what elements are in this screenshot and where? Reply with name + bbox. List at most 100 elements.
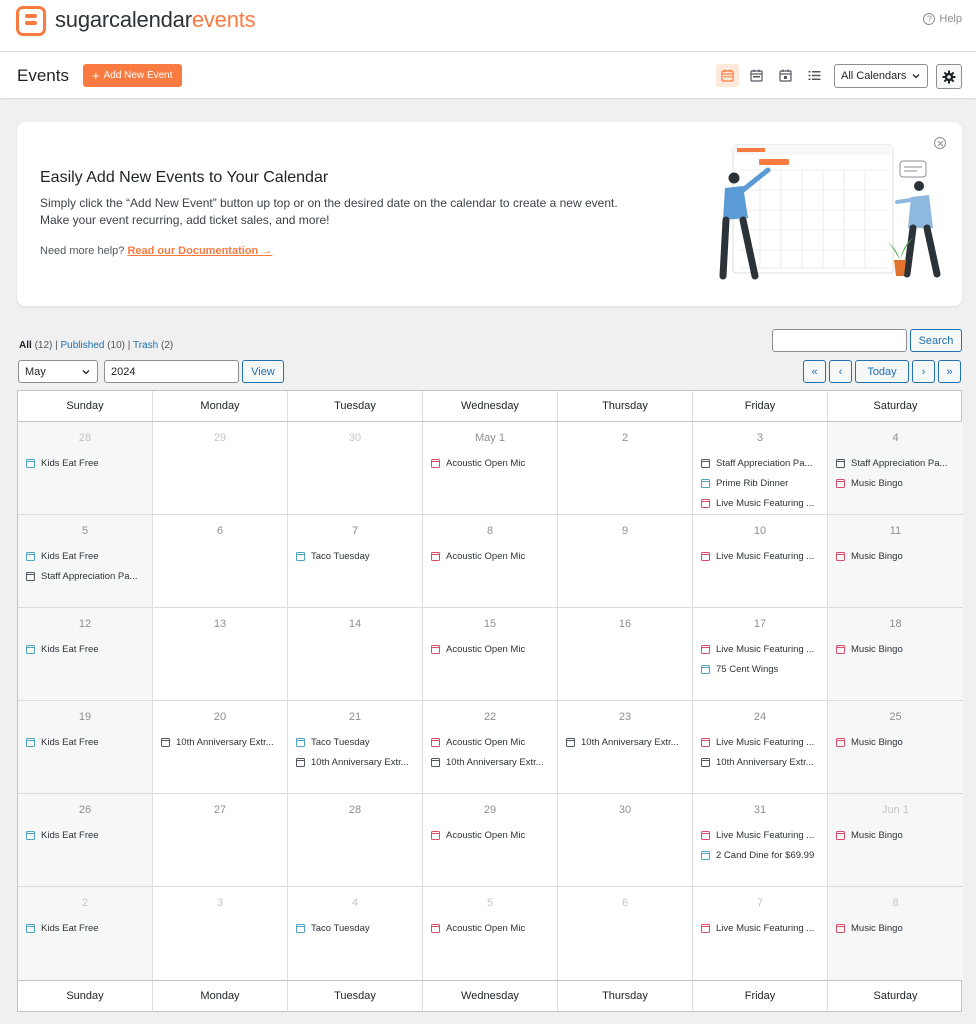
brand-logo[interactable]: sugarcalendarevents — [16, 6, 256, 36]
calendar-day-cell[interactable]: 23 10th Anniversary Extr... — [558, 701, 693, 793]
event-item[interactable]: 10th Anniversary Extr... — [566, 732, 692, 752]
calendar-day-cell[interactable]: 26 Kids Eat Free — [18, 794, 153, 886]
event-item[interactable]: Music Bingo — [836, 639, 963, 659]
calendar-select[interactable]: All Calendars — [834, 64, 928, 88]
calendar-day-cell[interactable]: 21 Taco Tuesday 10th Anniversary Extr... — [288, 701, 423, 793]
event-item[interactable]: Live Music Featuring ... — [701, 732, 827, 752]
first-page-button[interactable]: « — [803, 360, 826, 383]
settings-button[interactable] — [936, 64, 962, 89]
event-item[interactable]: Taco Tuesday — [296, 918, 422, 938]
calendar-day-cell[interactable]: 29 Acoustic Open Mic — [423, 794, 558, 886]
calendar-day-cell[interactable]: 27 — [153, 794, 288, 886]
search-input[interactable] — [772, 329, 907, 352]
event-item[interactable]: 10th Anniversary Extr... — [701, 752, 827, 772]
calendar-day-cell[interactable]: 10 Live Music Featuring ... — [693, 515, 828, 607]
event-item[interactable]: Acoustic Open Mic — [431, 453, 557, 473]
event-item[interactable]: Kids Eat Free — [26, 453, 152, 473]
calendar-day-cell[interactable]: 14 — [288, 608, 423, 700]
calendar-day-cell[interactable]: 6 — [153, 515, 288, 607]
calendar-day-cell[interactable]: 7 Taco Tuesday — [288, 515, 423, 607]
month-select[interactable]: May — [18, 360, 98, 383]
next-page-button[interactable]: › — [912, 360, 935, 383]
calendar-day-cell[interactable]: 29 — [153, 422, 288, 514]
calendar-day-cell[interactable]: 13 — [153, 608, 288, 700]
calendar-day-cell[interactable]: 2 — [558, 422, 693, 514]
today-button[interactable]: Today — [855, 360, 909, 383]
event-item[interactable]: Acoustic Open Mic — [431, 639, 557, 659]
event-item[interactable]: Prime Rib Dinner — [701, 473, 827, 493]
last-page-button[interactable]: » — [938, 360, 961, 383]
event-item[interactable]: Kids Eat Free — [26, 825, 152, 845]
filter-trash[interactable]: Trash — [133, 340, 158, 351]
calendar-day-cell[interactable]: 31 Live Music Featuring ... 2 Cand Dine fo… — [693, 794, 828, 886]
event-item[interactable]: Live Music Featuring ... — [701, 639, 827, 659]
calendar-day-cell[interactable]: 5 Acoustic Open Mic — [423, 887, 558, 980]
week-view-icon[interactable] — [745, 64, 768, 87]
list-view-icon[interactable] — [803, 64, 826, 87]
prev-page-button[interactable]: ‹ — [829, 360, 852, 383]
event-item[interactable]: 10th Anniversary Extr... — [431, 752, 557, 772]
event-item[interactable]: Live Music Featuring ... — [701, 825, 827, 845]
view-button[interactable]: View — [242, 360, 284, 383]
year-input[interactable]: 2024 — [104, 360, 239, 383]
event-item[interactable]: Kids Eat Free — [26, 639, 152, 659]
calendar-day-cell[interactable]: 28 — [288, 794, 423, 886]
calendar-day-cell[interactable]: 15 Acoustic Open Mic — [423, 608, 558, 700]
calendar-day-cell[interactable]: Jun 1 Music Bingo — [828, 794, 963, 886]
calendar-day-cell[interactable]: 4 Staff Appreciation Pa... Music Bingo — [828, 422, 963, 514]
event-item[interactable]: Acoustic Open Mic — [431, 732, 557, 752]
filter-all[interactable]: All — [19, 340, 32, 351]
event-item[interactable]: Music Bingo — [836, 825, 963, 845]
event-item[interactable]: Music Bingo — [836, 918, 963, 938]
calendar-day-cell[interactable]: 24 Live Music Featuring ... 10th Anniversa… — [693, 701, 828, 793]
event-item[interactable]: 2 Cand Dine for $69.99 — [701, 845, 827, 865]
event-item[interactable]: 75 Cent Wings — [701, 659, 827, 679]
help-link[interactable]: ? Help — [923, 13, 962, 25]
calendar-day-cell[interactable]: 7 Live Music Featuring ... — [693, 887, 828, 980]
calendar-day-cell[interactable]: 16 — [558, 608, 693, 700]
event-item[interactable]: Staff Appreciation Pa... — [836, 453, 963, 473]
event-item[interactable]: Music Bingo — [836, 473, 963, 493]
calendar-day-cell[interactable]: 12 Kids Eat Free — [18, 608, 153, 700]
event-item[interactable]: Kids Eat Free — [26, 732, 152, 752]
calendar-day-cell[interactable]: 28 Kids Eat Free — [18, 422, 153, 514]
calendar-day-cell[interactable]: 9 — [558, 515, 693, 607]
calendar-day-cell[interactable]: 30 — [288, 422, 423, 514]
calendar-day-cell[interactable]: 20 10th Anniversary Extr... — [153, 701, 288, 793]
calendar-day-cell[interactable]: 8 Acoustic Open Mic — [423, 515, 558, 607]
event-item[interactable]: Live Music Featuring ... — [701, 546, 827, 566]
calendar-day-cell[interactable]: 4 Taco Tuesday — [288, 887, 423, 980]
calendar-day-cell[interactable]: 8 Music Bingo — [828, 887, 963, 980]
event-item[interactable]: 10th Anniversary Extr... — [296, 752, 422, 772]
calendar-day-cell[interactable]: 3 — [153, 887, 288, 980]
day-view-icon[interactable] — [774, 64, 797, 87]
calendar-day-cell[interactable]: 22 Acoustic Open Mic 10th Anniversary Extr… — [423, 701, 558, 793]
calendar-day-cell[interactable]: 25 Music Bingo — [828, 701, 963, 793]
calendar-day-cell[interactable]: 2 Kids Eat Free — [18, 887, 153, 980]
event-item[interactable]: Acoustic Open Mic — [431, 825, 557, 845]
calendar-day-cell[interactable]: 3 Staff Appreciation Pa... Prime Rib Dinne… — [693, 422, 828, 514]
event-item[interactable]: Acoustic Open Mic — [431, 918, 557, 938]
event-item[interactable]: 10th Anniversary Extr... — [161, 732, 287, 752]
event-item[interactable]: Live Music Featuring ... — [701, 918, 827, 938]
event-item[interactable]: Kids Eat Free — [26, 546, 152, 566]
calendar-day-cell[interactable]: 6 — [558, 887, 693, 980]
search-button[interactable]: Search — [910, 329, 962, 352]
event-item[interactable]: Live Music Featuring ... — [701, 493, 827, 513]
calendar-day-cell[interactable]: 5 Kids Eat Free Staff Appreciation Pa... — [18, 515, 153, 607]
event-item[interactable]: Music Bingo — [836, 732, 963, 752]
event-item[interactable]: Music Bingo — [836, 546, 963, 566]
calendar-day-cell[interactable]: 11 Music Bingo — [828, 515, 963, 607]
calendar-day-cell[interactable]: 17 Live Music Featuring ... 75 Cent Wings — [693, 608, 828, 700]
add-new-event-button[interactable]: + Add New Event — [83, 64, 182, 87]
event-item[interactable]: Taco Tuesday — [296, 546, 422, 566]
filter-published[interactable]: Published — [61, 340, 105, 351]
calendar-day-cell[interactable]: 30 — [558, 794, 693, 886]
event-item[interactable]: Staff Appreciation Pa... — [26, 566, 152, 586]
calendar-day-cell[interactable]: May 1 Acoustic Open Mic — [423, 422, 558, 514]
event-item[interactable]: Staff Appreciation Pa... — [701, 453, 827, 473]
calendar-day-cell[interactable]: 18 Music Bingo — [828, 608, 963, 700]
event-item[interactable]: Acoustic Open Mic — [431, 546, 557, 566]
event-item[interactable]: Kids Eat Free — [26, 918, 152, 938]
documentation-link[interactable]: Read our Documentation → — [127, 245, 272, 257]
